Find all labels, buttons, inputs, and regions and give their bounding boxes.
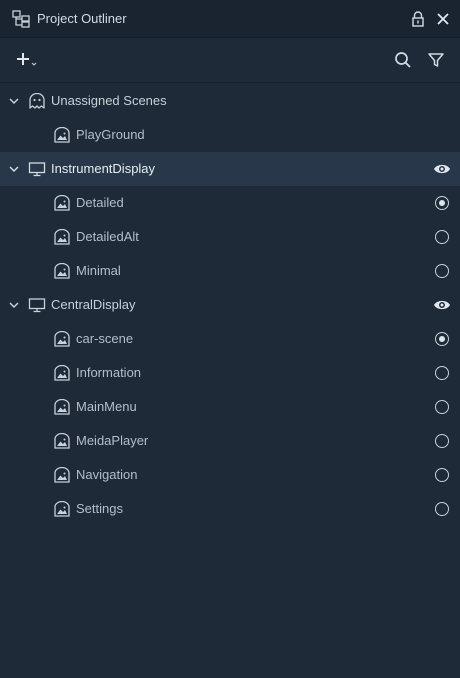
- monitor-icon: [28, 162, 46, 177]
- active-scene-radio[interactable]: [435, 332, 449, 346]
- scene-label: PlayGround: [76, 127, 145, 142]
- scene-item-meidaplayer[interactable]: MeidaPlayer: [0, 424, 460, 458]
- active-scene-radio[interactable]: [435, 366, 449, 380]
- scene-item-information[interactable]: Information: [0, 356, 460, 390]
- scene-item-navigation[interactable]: Navigation: [0, 458, 460, 492]
- tree-group-central-display[interactable]: CentralDisplay: [0, 288, 460, 322]
- monitor-icon: [28, 298, 46, 313]
- scene-label: DetailedAlt: [76, 229, 139, 244]
- scene-item-detailed[interactable]: Detailed: [0, 186, 460, 220]
- lock-icon[interactable]: [411, 11, 425, 27]
- chevron-down-icon[interactable]: [8, 96, 20, 106]
- scene-icon: [54, 501, 70, 517]
- scene-icon: [54, 433, 70, 449]
- scene-icon: [54, 127, 70, 143]
- tree-group-label: Unassigned Scenes: [51, 93, 167, 108]
- outliner-toolbar: [0, 38, 460, 83]
- scene-label: Detailed: [76, 195, 124, 210]
- tree-group-label: InstrumentDisplay: [51, 161, 156, 176]
- scene-tree: Unassigned Scenes PlayGround InstrumentD…: [0, 84, 460, 526]
- scene-icon: [54, 263, 70, 279]
- scene-label: Information: [76, 365, 142, 380]
- outliner-icon: [12, 10, 30, 28]
- active-scene-radio[interactable]: [435, 264, 449, 278]
- scene-item-mainmenu[interactable]: MainMenu: [0, 390, 460, 424]
- scene-item-settings[interactable]: Settings: [0, 492, 460, 526]
- scene-item-car-scene[interactable]: car-scene: [0, 322, 460, 356]
- active-scene-radio[interactable]: [435, 468, 449, 482]
- panel-titlebar: Project Outliner ⋮: [0, 0, 460, 38]
- scene-icon: [54, 399, 70, 415]
- chevron-down-icon[interactable]: [8, 300, 20, 310]
- eye-icon[interactable]: [433, 298, 451, 312]
- scene-label: car-scene: [76, 331, 134, 346]
- tree-group-instrument-display[interactable]: InstrumentDisplay: [0, 152, 460, 186]
- scene-label: MeidaPlayer: [76, 433, 149, 448]
- scene-icon: [54, 229, 70, 245]
- close-icon[interactable]: [436, 12, 450, 26]
- tree-group-label: CentralDisplay: [51, 297, 136, 312]
- active-scene-radio[interactable]: [435, 196, 449, 210]
- active-scene-radio[interactable]: [435, 502, 449, 516]
- more-icon[interactable]: ⋮: [455, 10, 460, 28]
- scene-item-minimal[interactable]: Minimal: [0, 254, 460, 288]
- scene-item-playground[interactable]: PlayGround: [0, 118, 460, 152]
- scene-label: Navigation: [76, 467, 138, 482]
- panel-title: Project Outliner: [37, 11, 127, 26]
- ghost-icon: [29, 93, 45, 109]
- add-icon[interactable]: [14, 50, 40, 70]
- eye-icon[interactable]: [433, 162, 451, 176]
- scene-label: Settings: [76, 501, 123, 516]
- chevron-down-icon[interactable]: [8, 164, 20, 174]
- filter-icon[interactable]: [427, 51, 445, 69]
- search-icon[interactable]: [394, 51, 412, 69]
- scene-label: Minimal: [76, 263, 121, 278]
- scene-icon: [54, 331, 70, 347]
- active-scene-radio[interactable]: [435, 434, 449, 448]
- tree-group-unassigned-scenes[interactable]: Unassigned Scenes: [0, 84, 460, 118]
- scene-icon: [54, 365, 70, 381]
- active-scene-radio[interactable]: [435, 400, 449, 414]
- scene-label: MainMenu: [76, 399, 137, 414]
- scene-icon: [54, 467, 70, 483]
- active-scene-radio[interactable]: [435, 230, 449, 244]
- scene-icon: [54, 195, 70, 211]
- scene-item-detailedalt[interactable]: DetailedAlt: [0, 220, 460, 254]
